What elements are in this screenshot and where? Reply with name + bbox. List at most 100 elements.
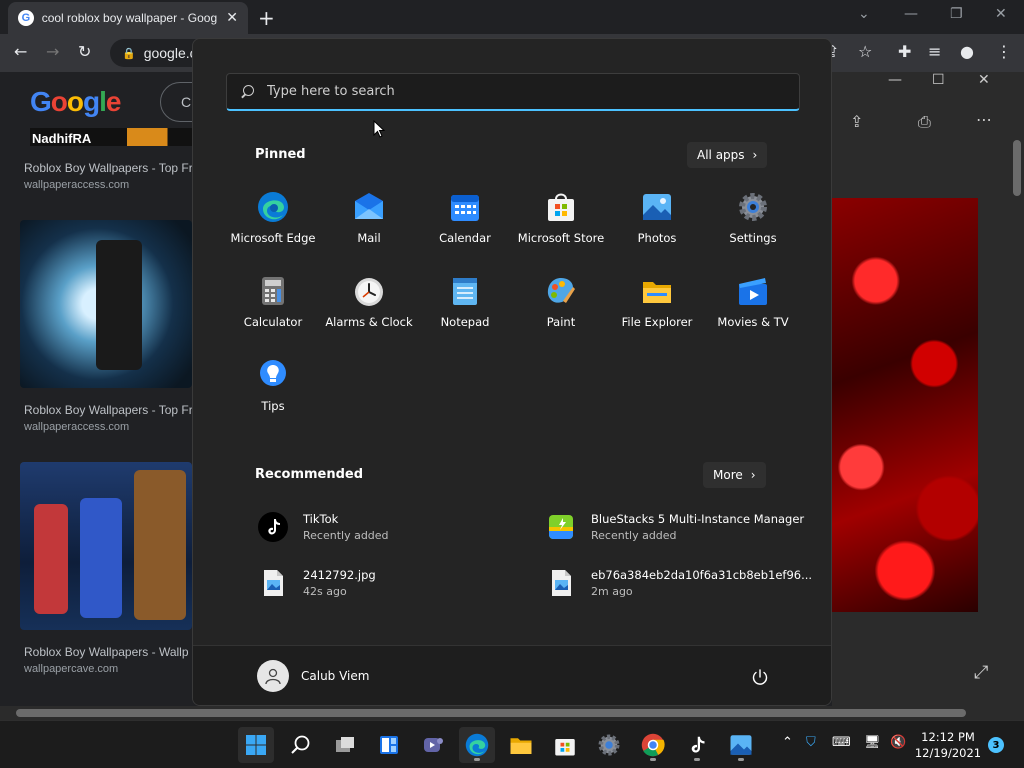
start-button[interactable]: [238, 727, 274, 763]
gear-icon: [737, 191, 769, 223]
recommended-title: Recommended: [255, 467, 364, 482]
chevron-right-icon: ›: [750, 468, 756, 482]
pinned-app-movies-tv[interactable]: Movies & TV: [705, 263, 801, 347]
widgets-button[interactable]: [371, 727, 407, 763]
network-icon[interactable]: 🖥: [864, 735, 881, 750]
pinned-app-store[interactable]: Microsoft Store: [513, 179, 609, 263]
expand-icon[interactable]: ⤢: [974, 662, 988, 683]
taskbar-photos[interactable]: [723, 727, 759, 763]
notification-badge[interactable]: 3: [988, 737, 1004, 753]
app-label: Settings: [729, 231, 777, 245]
pinned-app-mail[interactable]: Mail: [321, 179, 417, 263]
start-search-box[interactable]: [226, 73, 800, 111]
recommended-item[interactable]: TikTok Recently added: [257, 511, 527, 543]
taskbar-clock[interactable]: 12:12 PM 12/19/2021: [908, 729, 988, 761]
teams-chat-button[interactable]: [415, 727, 451, 763]
scrollbar-thumb[interactable]: [1013, 140, 1021, 196]
pinned-app-calendar[interactable]: Calendar: [417, 179, 513, 263]
roblox-figure: [134, 470, 186, 620]
forward-icon[interactable]: →: [46, 42, 59, 61]
result-title[interactable]: Roblox Boy Wallpapers - Top Fr: [24, 161, 192, 175]
taskbar-chrome[interactable]: [635, 727, 671, 763]
pinned-app-edge[interactable]: Microsoft Edge: [225, 179, 321, 263]
app-label: Calculator: [243, 315, 303, 329]
taskbar-file-explorer[interactable]: [503, 727, 539, 763]
media-control-icon[interactable]: ≡: [928, 42, 941, 61]
pinned-app-alarms[interactable]: Alarms & Clock: [321, 263, 417, 347]
calendar-icon: [449, 191, 481, 223]
result-source: wallpaperaccess.com: [24, 179, 130, 191]
user-name[interactable]: Calub Viem: [301, 669, 369, 683]
tab-search-chevron-icon[interactable]: ⌄: [858, 6, 870, 22]
taskbar-tiktok[interactable]: [679, 727, 715, 763]
all-apps-label: All apps: [697, 148, 745, 162]
chrome-icon: [641, 733, 665, 757]
pinned-app-tips[interactable]: Tips: [225, 347, 321, 431]
taskbar-store[interactable]: [547, 727, 583, 763]
tab-title: cool roblox boy wallpaper - Goog: [41, 11, 218, 25]
image-file-icon: [257, 567, 289, 599]
chevron-up-icon[interactable]: ⌃: [782, 735, 793, 750]
menu-kebab-icon[interactable]: ⋮: [996, 42, 1012, 61]
all-apps-button[interactable]: All apps ›: [687, 142, 768, 168]
print-icon[interactable]: ⎙: [918, 112, 931, 132]
result-title[interactable]: Roblox Boy Wallpapers - Top Fr: [24, 403, 192, 417]
more-options-icon[interactable]: ⋯: [976, 110, 992, 129]
horizontal-scrollbar[interactable]: [0, 706, 1024, 720]
pinned-app-settings[interactable]: Settings: [705, 179, 801, 263]
recommended-item[interactable]: eb76a384eb2da10f6a31cb8eb1ef96... 2m ago: [545, 567, 815, 599]
close-window-icon[interactable]: ✕: [995, 6, 1007, 22]
clock-date: 12/19/2021: [914, 746, 982, 760]
pinned-app-paint[interactable]: Paint: [513, 263, 609, 347]
vertical-scrollbar[interactable]: [1010, 72, 1024, 706]
volume-muted-icon[interactable]: 🔇: [890, 735, 906, 750]
task-view-button[interactable]: [327, 727, 363, 763]
recommended-name: BlueStacks 5 Multi-Instance Manager: [591, 512, 805, 526]
security-shield-icon[interactable]: ⛉: [806, 735, 816, 750]
profile-icon[interactable]: ●: [960, 42, 974, 61]
pinned-app-photos[interactable]: Photos: [609, 179, 705, 263]
start-search-input[interactable]: [267, 84, 767, 99]
pinned-app-file-explorer[interactable]: File Explorer: [609, 263, 705, 347]
new-tab-icon[interactable]: +: [258, 6, 275, 30]
app-label: Microsoft Edge: [230, 231, 316, 245]
google-logo[interactable]: Google: [30, 86, 121, 118]
recommended-item[interactable]: BlueStacks 5 Multi-Instance Manager Rece…: [545, 511, 815, 543]
minimize-icon[interactable]: —: [904, 6, 918, 22]
mail-icon: [353, 191, 385, 223]
preview-image[interactable]: [832, 198, 978, 612]
paint-icon: [545, 275, 577, 307]
share-icon[interactable]: ⇪: [850, 112, 863, 131]
viewer-close-icon[interactable]: ✕: [978, 72, 990, 88]
scrollbar-thumb[interactable]: [16, 709, 966, 717]
result-banner-image[interactable]: NadhifRA: [30, 128, 192, 146]
app-label: Movies & TV: [717, 315, 789, 329]
user-avatar[interactable]: [257, 660, 289, 692]
app-label: Calendar: [439, 231, 491, 245]
taskbar-search-button[interactable]: [283, 727, 319, 763]
image-preview-panel: — ☐ ✕ ⇪ ⎙ ⋯ ⤢: [832, 72, 1010, 706]
bookmark-star-icon[interactable]: ☆: [858, 42, 872, 61]
extensions-icon[interactable]: ✚: [898, 42, 911, 61]
result-title[interactable]: Roblox Boy Wallpapers - Wallp: [24, 645, 192, 659]
taskbar-edge[interactable]: [459, 727, 495, 763]
keyboard-icon[interactable]: ⌨: [832, 735, 851, 750]
restore-icon[interactable]: ❐: [950, 6, 963, 22]
browser-tab[interactable]: G cool roblox boy wallpaper - Goog ✕: [8, 2, 248, 34]
edge-icon: [257, 191, 289, 223]
pinned-app-calculator[interactable]: Calculator: [225, 263, 321, 347]
result-thumbnail-image[interactable]: [20, 220, 192, 388]
viewer-restore-icon[interactable]: ☐: [932, 72, 945, 88]
power-icon[interactable]: [751, 668, 769, 686]
viewer-minimize-icon[interactable]: —: [888, 72, 902, 88]
mouse-cursor-icon: [373, 120, 385, 138]
app-label: File Explorer: [621, 315, 693, 329]
recommended-item[interactable]: 2412792.jpg 42s ago: [257, 567, 527, 599]
pinned-app-notepad[interactable]: Notepad: [417, 263, 513, 347]
taskbar-settings[interactable]: [591, 727, 627, 763]
tab-close-icon[interactable]: ✕: [226, 10, 238, 26]
back-icon[interactable]: ←: [14, 42, 27, 61]
more-button[interactable]: More ›: [703, 462, 766, 488]
result-thumbnail-image[interactable]: [20, 462, 192, 630]
reload-icon[interactable]: ↻: [78, 42, 91, 61]
